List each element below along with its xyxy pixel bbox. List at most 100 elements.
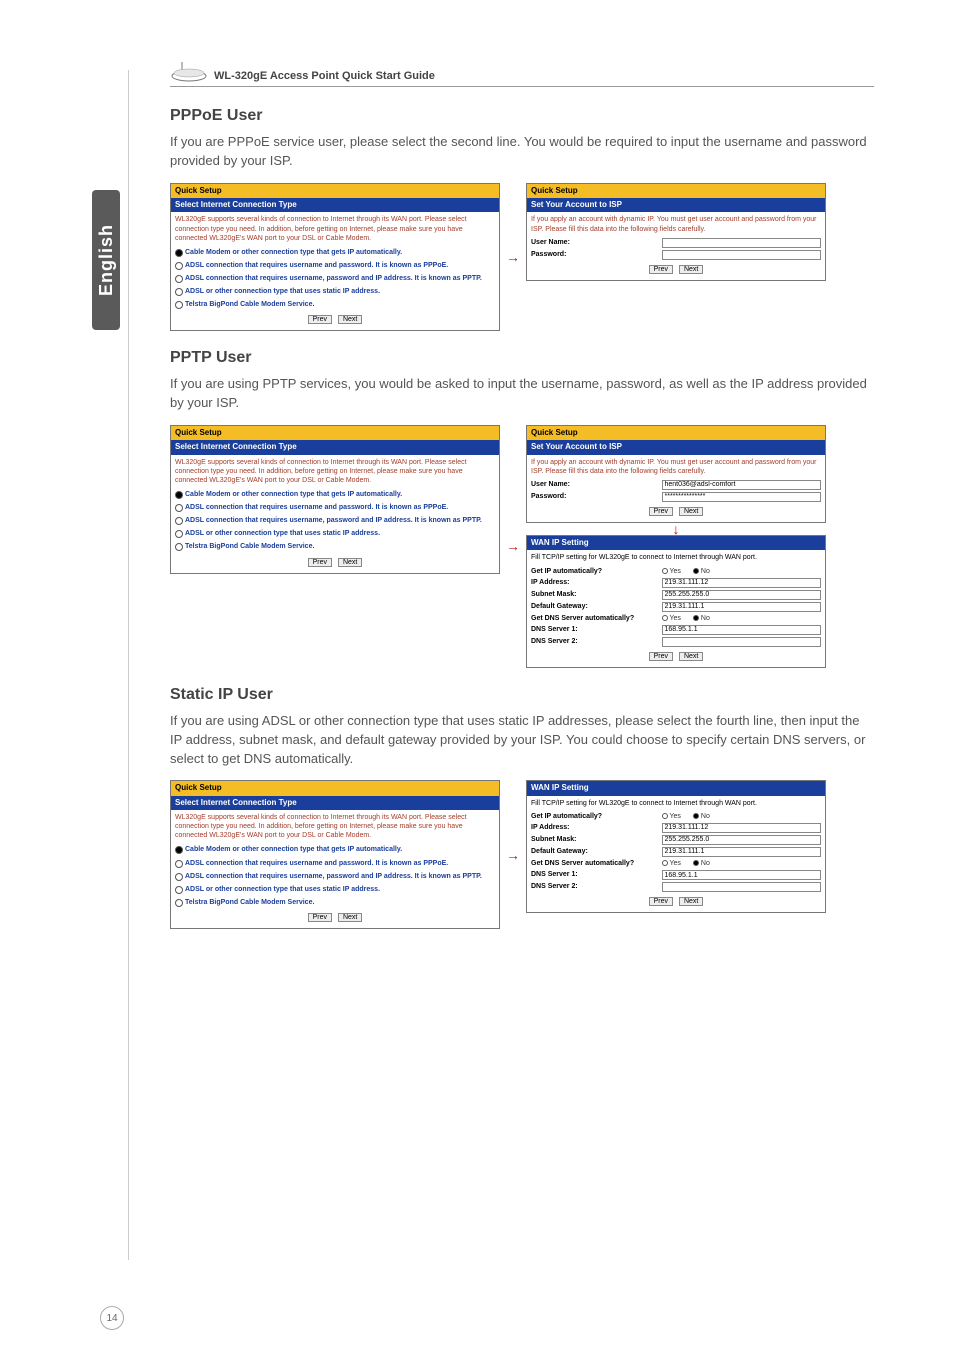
dns1-input[interactable]: [662, 870, 822, 880]
select-bar: Select Internet Connection Type: [171, 796, 499, 810]
arrow-right-icon: →: [506, 538, 520, 554]
ip-input[interactable]: [662, 823, 822, 833]
select-intro: WL320gE supports several kinds of connec…: [171, 212, 499, 245]
isp-bar: Set Your Account to ISP: [527, 198, 825, 212]
opt-pppoe[interactable]: ADSL connection that requires username a…: [171, 501, 499, 514]
language-tab: English: [92, 190, 120, 330]
next-button[interactable]: Next: [338, 558, 362, 567]
pptp-desc: If you are using PPTP services, you woul…: [170, 375, 874, 413]
qs-bar: Quick Setup: [171, 426, 499, 440]
opt-static[interactable]: ADSL or other connection type that uses …: [171, 285, 499, 298]
dns2-label: DNS Server 2:: [531, 882, 662, 891]
static-select-panel: Quick Setup Select Internet Connection T…: [170, 780, 500, 929]
page-number: 14: [100, 1306, 124, 1330]
password-label: Password:: [531, 250, 662, 259]
static-figure: Quick Setup Select Internet Connection T…: [170, 780, 874, 929]
username-label: User Name:: [531, 480, 662, 489]
pppoe-select-panel: Quick Setup Select Internet Connection T…: [170, 183, 500, 332]
pptp-figure: Quick Setup Select Internet Connection T…: [170, 425, 874, 668]
opt-pptp[interactable]: ADSL connection that requires username, …: [171, 272, 499, 285]
opt-pppoe[interactable]: ADSL connection that requires username a…: [171, 259, 499, 272]
page-header: WL-320gE Access Point Quick Start Guide: [170, 60, 874, 87]
pptp-wan-panel: WAN IP Setting Fill TCP/IP setting for W…: [526, 535, 826, 668]
password-input[interactable]: [662, 250, 822, 260]
opt-pptp[interactable]: ADSL connection that requires username, …: [171, 514, 499, 527]
gateway-input[interactable]: [662, 847, 822, 857]
username-input[interactable]: [662, 238, 822, 248]
isp-intro: If you apply an account with dynamic IP.…: [527, 212, 825, 236]
gateway-label: Default Gateway:: [531, 847, 662, 856]
qs-bar: Quick Setup: [171, 781, 499, 795]
opt-telstra[interactable]: Telstra BigPond Cable Modem Service.: [171, 540, 499, 553]
get-ip-label: Get IP automatically?: [531, 812, 662, 821]
opt-pptp[interactable]: ADSL connection that requires username, …: [171, 870, 499, 883]
pppoe-desc: If you are PPPoE service user, please se…: [170, 133, 874, 171]
prev-button[interactable]: Prev: [649, 265, 673, 274]
pptp-select-panel: Quick Setup Select Internet Connection T…: [170, 425, 500, 574]
opt-cable[interactable]: Cable Modem or other connection type tha…: [171, 488, 499, 501]
ip-input[interactable]: [662, 578, 822, 588]
subnet-input[interactable]: [662, 590, 822, 600]
opt-cable[interactable]: Cable Modem or other connection type tha…: [171, 843, 499, 856]
opt-static[interactable]: ADSL or other connection type that uses …: [171, 883, 499, 896]
ip-label: IP Address:: [531, 578, 662, 587]
get-dns-radios[interactable]: YesNo: [662, 859, 822, 868]
dns2-input[interactable]: [662, 882, 822, 892]
select-bar: Select Internet Connection Type: [171, 198, 499, 212]
prev-button[interactable]: Prev: [308, 558, 332, 567]
arrow-right-icon: →: [506, 847, 520, 863]
opt-static[interactable]: ADSL or other connection type that uses …: [171, 527, 499, 540]
subnet-input[interactable]: [662, 835, 822, 845]
opt-cable[interactable]: Cable Modem or other connection type tha…: [171, 246, 499, 259]
static-title: Static IP User: [170, 686, 874, 704]
opt-pppoe[interactable]: ADSL connection that requires username a…: [171, 857, 499, 870]
get-dns-radios[interactable]: YesNo: [662, 614, 822, 623]
next-button[interactable]: Next: [338, 913, 362, 922]
gateway-label: Default Gateway:: [531, 602, 662, 611]
prev-button[interactable]: Prev: [649, 507, 673, 516]
static-wan-panel: WAN IP Setting Fill TCP/IP setting for W…: [526, 780, 826, 913]
dns1-label: DNS Server 1:: [531, 870, 662, 879]
next-button[interactable]: Next: [679, 897, 703, 906]
get-dns-label: Get DNS Server automatically?: [531, 614, 662, 623]
subnet-label: Subnet Mask:: [531, 835, 662, 844]
isp-intro: If you apply an account with dynamic IP.…: [527, 455, 825, 479]
pptp-right-column: Quick Setup Set Your Account to ISP If y…: [526, 425, 826, 668]
ip-label: IP Address:: [531, 823, 662, 832]
qs-bar: Quick Setup: [527, 184, 825, 198]
opt-telstra[interactable]: Telstra BigPond Cable Modem Service.: [171, 896, 499, 909]
isp-bar: Set Your Account to ISP: [527, 440, 825, 454]
opt-telstra[interactable]: Telstra BigPond Cable Modem Service.: [171, 298, 499, 311]
prev-button[interactable]: Prev: [308, 913, 332, 922]
static-desc: If you are using ADSL or other connectio…: [170, 712, 874, 769]
dns1-input[interactable]: [662, 625, 822, 635]
language-tab-label: English: [96, 224, 117, 296]
arrow-right-icon: →: [506, 249, 520, 265]
prev-button[interactable]: Prev: [649, 897, 673, 906]
pptp-title: PPTP User: [170, 349, 874, 367]
subnet-label: Subnet Mask:: [531, 590, 662, 599]
dns2-input[interactable]: [662, 637, 822, 647]
prev-button[interactable]: Prev: [649, 652, 673, 661]
password-input[interactable]: [662, 492, 822, 502]
pppoe-figure: Quick Setup Select Internet Connection T…: [170, 183, 874, 332]
get-ip-radios[interactable]: YesNo: [662, 567, 822, 576]
next-button[interactable]: Next: [679, 652, 703, 661]
qs-bar: Quick Setup: [527, 426, 825, 440]
wan-bar: WAN IP Setting: [527, 536, 825, 550]
qs-bar: Quick Setup: [171, 184, 499, 198]
select-bar: Select Internet Connection Type: [171, 440, 499, 454]
pptp-isp-panel: Quick Setup Set Your Account to ISP If y…: [526, 425, 826, 523]
dns1-label: DNS Server 1:: [531, 625, 662, 634]
next-button[interactable]: Next: [679, 507, 703, 516]
username-input[interactable]: [662, 480, 822, 490]
next-button[interactable]: Next: [338, 315, 362, 324]
gateway-input[interactable]: [662, 602, 822, 612]
wan-intro: Fill TCP/IP setting for WL320gE to conne…: [527, 796, 825, 811]
next-button[interactable]: Next: [679, 265, 703, 274]
get-ip-radios[interactable]: YesNo: [662, 812, 822, 821]
router-icon: [170, 60, 208, 82]
side-divider: [128, 70, 129, 1260]
username-label: User Name:: [531, 238, 662, 247]
prev-button[interactable]: Prev: [308, 315, 332, 324]
